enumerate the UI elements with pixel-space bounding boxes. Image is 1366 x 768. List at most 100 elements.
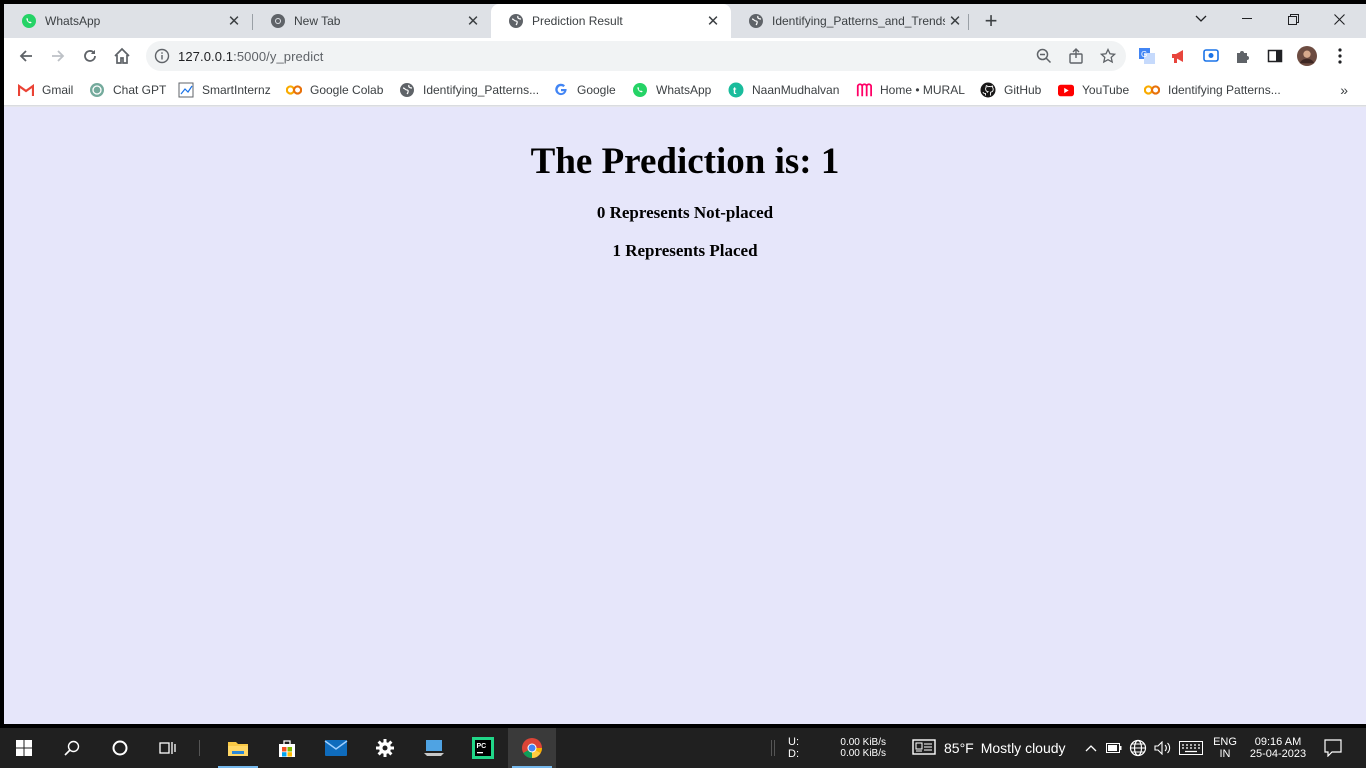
announcement-extension-icon[interactable] <box>1169 46 1189 66</box>
bookmark-label: Google <box>577 83 616 97</box>
bookmark-youtube[interactable]: YouTube <box>1058 81 1129 99</box>
network-globe-icon[interactable] <box>1128 728 1148 768</box>
extensions-puzzle-icon[interactable] <box>1233 46 1253 66</box>
google-icon <box>553 82 569 98</box>
cortana-icon[interactable] <box>96 728 144 768</box>
tab-new-tab[interactable]: New Tab ✕ <box>253 4 491 38</box>
upload-label: U: <box>788 736 799 748</box>
bookmark-identifying-patterns-2[interactable]: Identifying Patterns... <box>1144 81 1281 99</box>
tab-whatsapp[interactable]: WhatsApp ✕ <box>4 4 252 38</box>
tab-title: Identifying_Patterns_and_Trends_ <box>772 14 945 28</box>
chrome-taskbar-icon[interactable] <box>508 728 556 768</box>
chrome-icon <box>270 13 286 29</box>
browser-toolbar: 127.0.0.1:5000/y_predict G <box>4 38 1366 74</box>
bookmark-label: YouTube <box>1082 83 1130 97</box>
bookmark-smartinternz[interactable]: SmartInternz <box>178 81 271 99</box>
colab-icon <box>1144 82 1160 98</box>
start-button[interactable] <box>0 728 48 768</box>
close-tab-icon[interactable]: ✕ <box>224 11 244 31</box>
search-icon[interactable] <box>48 728 96 768</box>
keyboard-icon[interactable] <box>1178 728 1204 768</box>
bookmark-label: Chat GPT <box>113 83 167 97</box>
tab-title: WhatsApp <box>45 14 101 28</box>
weather-temp: 85°F <box>944 740 974 756</box>
back-button[interactable] <box>12 42 40 70</box>
bookmark-whatsapp[interactable]: WhatsApp <box>632 81 711 99</box>
profile-avatar[interactable] <box>1297 46 1317 66</box>
close-tab-icon[interactable]: ✕ <box>463 11 483 31</box>
minimize-button[interactable] <box>1224 4 1270 34</box>
github-icon <box>980 82 996 98</box>
tab-search-icon[interactable] <box>1178 4 1224 34</box>
bookmark-star-icon[interactable] <box>1098 46 1118 66</box>
bookmark-chat-gpt[interactable]: Chat GPT <box>89 81 166 99</box>
globe-icon <box>748 13 764 29</box>
whatsapp-icon <box>21 13 37 29</box>
download-speed: 0.00 KiB/s <box>840 748 886 759</box>
tab-divider <box>968 14 969 30</box>
battery-icon[interactable] <box>1104 728 1124 768</box>
mail-icon[interactable] <box>312 728 360 768</box>
new-tab-button[interactable]: + <box>979 8 1003 33</box>
bookmark-label: Identifying_Patterns... <box>423 83 540 97</box>
file-explorer-icon[interactable] <box>214 728 262 768</box>
tab-prediction-result[interactable]: Prediction Result ✕ <box>491 4 731 38</box>
site-info-icon[interactable] <box>154 48 170 64</box>
show-hidden-icons-chevron-icon[interactable] <box>1082 728 1100 768</box>
close-tab-icon[interactable]: ✕ <box>945 11 965 31</box>
bookmark-google[interactable]: Google <box>553 81 616 99</box>
more-bookmarks-button[interactable]: » <box>1340 82 1348 98</box>
reload-button[interactable] <box>76 42 104 70</box>
mural-icon <box>856 82 872 98</box>
legend-placed: 1 Represents Placed <box>612 241 758 260</box>
settings-gear-icon[interactable] <box>361 728 409 768</box>
remote-desktop-icon[interactable] <box>410 728 458 768</box>
bookmark-identifying-patterns-1[interactable]: Identifying_Patterns... <box>399 81 539 99</box>
page-content: The Prediction is: 1 0 Represents Not-pl… <box>4 107 1366 724</box>
translate-extension-icon[interactable]: G <box>1137 46 1157 66</box>
clock-time: 09:16 AM <box>1254 736 1302 748</box>
home-button[interactable] <box>108 42 136 70</box>
taskbar: PC U: D: 0.00 KiB/s 0.00 KiB/s 85°F Most… <box>0 728 1366 768</box>
url-path: :5000/y_predict <box>233 49 324 64</box>
tab-identifying-patterns[interactable]: Identifying_Patterns_and_Trends_ ✕ <box>731 4 969 38</box>
bookmark-label: SmartInternz <box>202 83 271 97</box>
clock-date: 25-04-2023 <box>1249 748 1307 760</box>
screen-recorder-extension-icon[interactable] <box>1201 46 1221 66</box>
url-text: 127.0.0.1:5000/y_predict <box>178 49 324 64</box>
language-code: ENG <box>1213 736 1237 748</box>
browser-menu-icon[interactable] <box>1330 46 1350 66</box>
globe-icon <box>399 82 415 98</box>
youtube-icon <box>1058 82 1074 98</box>
chatgpt-icon <box>89 82 105 98</box>
weather-widget[interactable]: 85°F Mostly cloudy <box>912 728 1078 768</box>
bookmark-google-colab[interactable]: Google Colab <box>286 81 383 99</box>
task-view-icon[interactable] <box>144 728 192 768</box>
input-language[interactable]: ENG IN <box>1208 728 1242 768</box>
bookmark-mural[interactable]: Home • MURAL <box>856 81 965 99</box>
bookmark-github[interactable]: GitHub <box>980 81 1041 99</box>
share-icon[interactable] <box>1066 46 1086 66</box>
bookmark-label: WhatsApp <box>656 83 712 97</box>
notifications-icon[interactable] <box>1316 728 1350 768</box>
close-window-button[interactable] <box>1316 4 1362 34</box>
close-tab-icon[interactable]: ✕ <box>703 11 723 31</box>
volume-icon[interactable] <box>1152 728 1174 768</box>
bookmark-naanmudhalvan[interactable]: t NaanMudhalvan <box>728 81 839 99</box>
taskbar-divider <box>198 728 200 768</box>
restore-button[interactable] <box>1270 4 1316 34</box>
side-panel-icon[interactable] <box>1265 46 1285 66</box>
zoom-icon[interactable] <box>1034 46 1054 66</box>
pycharm-icon[interactable]: PC <box>459 728 507 768</box>
bookmark-gmail[interactable]: Gmail <box>18 81 73 99</box>
forward-button[interactable] <box>44 42 72 70</box>
svg-text:PC: PC <box>477 743 487 750</box>
network-speed-values: 0.00 KiB/s 0.00 KiB/s <box>820 728 886 768</box>
clock[interactable]: 09:16 AM 25-04-2023 <box>1244 728 1312 768</box>
whatsapp-icon <box>632 82 648 98</box>
region-code: IN <box>1219 748 1231 760</box>
address-bar[interactable]: 127.0.0.1:5000/y_predict <box>146 41 1126 71</box>
bookmark-label: Identifying Patterns... <box>1168 83 1281 97</box>
bookmark-label: Gmail <box>42 83 74 97</box>
microsoft-store-icon[interactable] <box>263 728 311 768</box>
